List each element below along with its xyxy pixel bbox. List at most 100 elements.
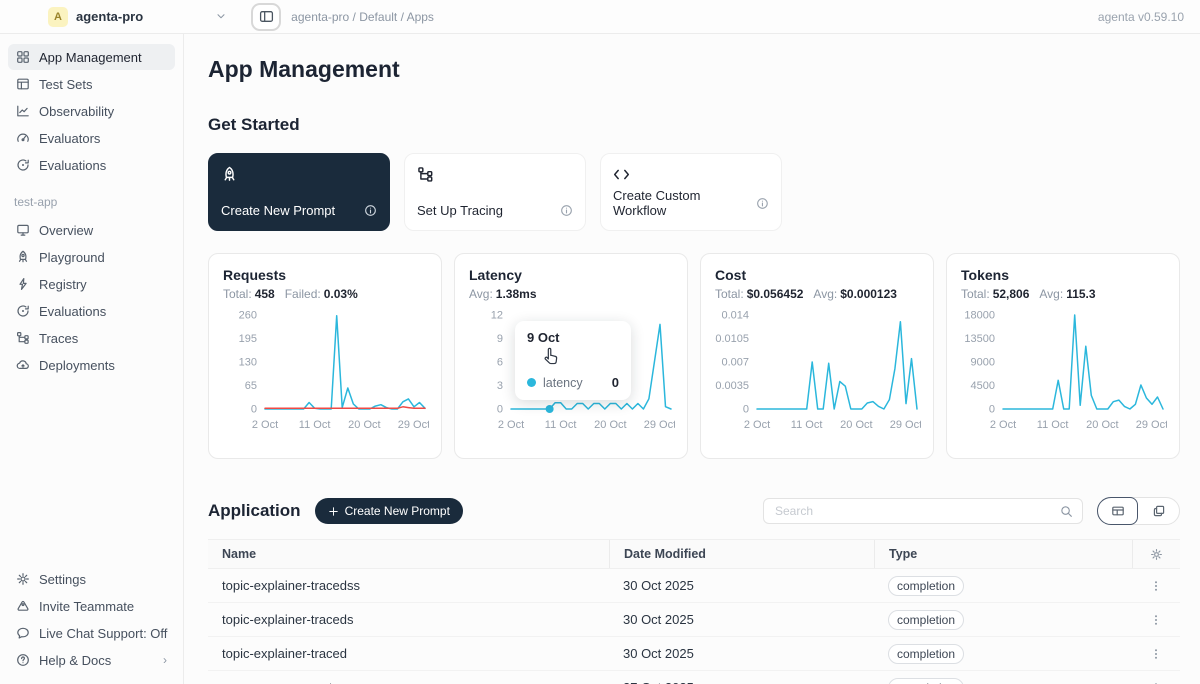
workspace-switcher[interactable] [215,8,227,26]
gear-icon [1150,548,1163,561]
row-actions-button[interactable] [1132,613,1180,627]
sidebar-item-evaluators[interactable]: Evaluators [8,125,175,151]
sidebar-collapse-button[interactable] [251,3,281,31]
sidebar-item-label: Observability [39,104,114,119]
table-row[interactable]: career-assessment27 Oct 2025completion [208,671,1180,684]
get-started-card-create-custom-workflow[interactable]: Create Custom Workflow [600,153,782,231]
evaluators-icon [16,131,30,145]
sidebar-item-label: Evaluations [39,158,106,173]
get-started-title: Get Started [208,115,1180,135]
metric-card-cost: CostTotal:$0.056452Avg:$0.0001230.0140.0… [700,253,934,459]
sidebar-project-group: Overview Playground RegistryEvaluations Tra… [8,217,175,379]
row-actions-button[interactable] [1132,681,1180,684]
svg-text:195: 195 [239,333,257,345]
table-row[interactable]: topic-explainer-traceds30 Oct 2025comple… [208,603,1180,637]
sidebar-item-traces[interactable]: Traces [8,325,175,351]
sidebar-item-app-management[interactable]: App Management [8,44,175,70]
sidebar-item-registry[interactable]: Registry [8,271,175,297]
svg-text:2 Oct: 2 Oct [252,419,278,431]
sidebar-item-label: Live Chat Support: Off [39,626,167,641]
row-actions-button[interactable] [1132,647,1180,661]
svg-text:4500: 4500 [971,380,995,392]
table-header: Name Date Modified Type [208,539,1180,569]
create-new-prompt-button[interactable]: Create New Prompt [315,498,463,524]
chart-tooltip: 9 Octlatency0 [515,321,631,400]
svg-text:2 Oct: 2 Oct [990,419,1016,431]
svg-text:0.0035: 0.0035 [715,380,749,392]
sidebar-footer-group: Settings Invite Teammate Live Chat Support… [8,566,175,674]
sidebar-item-label: App Management [39,50,142,65]
table-row[interactable]: topic-explainer-traced30 Oct 2025complet… [208,637,1180,671]
column-settings-button[interactable] [1132,540,1180,568]
app-name[interactable]: topic-explainer-traceds [208,612,609,627]
tooltip-series-label: latency [543,376,583,390]
metric-chart[interactable]: 2601951306502 Oct11 Oct20 Oct29 Oct [223,307,429,435]
gear-icon [16,572,30,586]
app-name[interactable]: career-assessment [208,680,609,684]
column-header-type[interactable]: Type [874,540,1132,568]
sidebar-item-observability[interactable]: Observability [8,98,175,124]
svg-text:0.0105: 0.0105 [715,333,749,345]
metric-stat: Total:458 [223,287,275,301]
metric-card-stats: Total:$0.056452Avg:$0.000123 [715,287,919,301]
row-actions-button[interactable] [1132,579,1180,593]
get-started-card-create-new-prompt[interactable]: Create New Prompt [208,153,390,231]
column-header-name[interactable]: Name [208,540,609,568]
type-badge: completion [888,678,964,684]
get-started-card-label: Set Up Tracing [417,203,503,218]
sidebar-item-deployments[interactable]: Deployments [8,352,175,378]
sidebar-item-label: Invite Teammate [39,599,134,614]
sidebar-item-help-docs[interactable]: Help & Docs› [8,647,175,673]
create-new-prompt-label: Create New Prompt [345,504,450,518]
metric-chart[interactable]: 18000135009000450002 Oct11 Oct20 Oct29 O… [961,307,1167,435]
avatar: A [48,7,68,27]
table-view-button[interactable] [1097,497,1138,525]
breadcrumb: agenta-pro / Default / Apps [291,10,434,24]
app-name[interactable]: topic-explainer-traced [208,646,609,661]
column-header-date-modified[interactable]: Date Modified [609,540,874,568]
view-toggle [1097,497,1180,525]
sidebar-item-label: Traces [39,331,78,346]
metric-card-tokens: TokensTotal:52,806Avg:115.31800013500900… [946,253,1180,459]
testsets-icon [16,77,30,91]
get-started-card-label: Create Custom Workflow [613,188,756,218]
metric-card-requests: RequestsTotal:458Failed:0.03%26019513065… [208,253,442,459]
table-row[interactable]: topic-explainer-tracedss30 Oct 2025compl… [208,569,1180,603]
sidebar-item-playground[interactable]: Playground [8,244,175,270]
search-input[interactable] [773,503,1054,519]
metric-card-latency: LatencyAvg:1.38ms1296302 Oct11 Oct20 Oct… [454,253,688,459]
type-badge: completion [888,644,964,664]
observability-icon [16,104,30,118]
svg-text:13500: 13500 [964,333,995,345]
sidebar-item-overview[interactable]: Overview [8,217,175,243]
svg-text:0.007: 0.007 [721,357,749,369]
app-name[interactable]: topic-explainer-tracedss [208,578,609,593]
svg-text:29 Oct: 29 Oct [890,419,921,431]
svg-text:12: 12 [491,310,503,322]
metric-chart[interactable]: 0.0140.01050.0070.003502 Oct11 Oct20 Oct… [715,307,921,435]
chat-icon [16,626,30,640]
type-badge: completion [888,610,964,630]
svg-text:3: 3 [497,380,503,392]
sidebar-item-evaluations[interactable]: Evaluations [8,298,175,324]
sidebar-item-label: Playground [39,250,105,265]
code-icon [613,166,630,183]
sidebar-item-test-sets[interactable]: Test Sets [8,71,175,97]
main-content: App Management Get Started Create New Pr… [184,34,1200,684]
sidebar-item-invite-teammate[interactable]: Invite Teammate [8,593,175,619]
workspace-name[interactable]: agenta-pro [76,9,143,24]
svg-text:65: 65 [245,380,257,392]
metric-card-stats: Total:458Failed:0.03% [223,287,427,301]
metric-card-stats: Avg:1.38ms [469,287,673,301]
dots-icon [1149,579,1163,593]
get-started-card-set-up-tracing[interactable]: Set Up Tracing [404,153,586,231]
svg-text:0: 0 [497,404,503,416]
card-view-button[interactable] [1138,498,1179,524]
svg-text:20 Oct: 20 Oct [1086,419,1118,431]
svg-text:130: 130 [239,357,257,369]
svg-text:6: 6 [497,357,503,369]
sidebar-item-settings[interactable]: Settings [8,566,175,592]
sidebar-item-live-chat-support-off[interactable]: Live Chat Support: Off [8,620,175,646]
sidebar-item-evaluations[interactable]: Evaluations [8,152,175,178]
get-started-card-label: Create New Prompt [221,203,335,218]
